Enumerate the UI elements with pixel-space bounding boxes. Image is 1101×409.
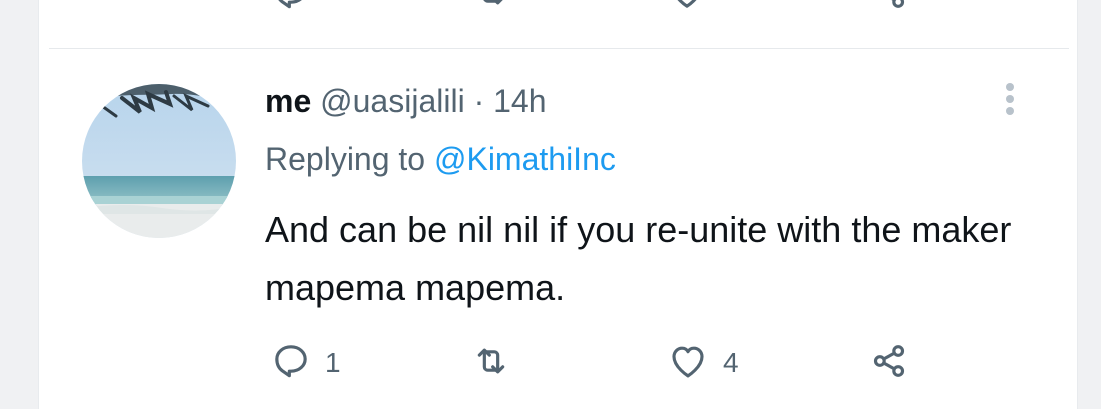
tweet-header: me @uasijalili · 14h — [265, 82, 547, 120]
tweet-text: And can be nil nil if you re-unite with … — [265, 209, 1012, 308]
user-handle[interactable]: @uasijalili — [320, 83, 465, 119]
page: me @uasijalili · 14h Replying to @Kimath… — [0, 0, 1101, 409]
share-icon — [869, 341, 909, 386]
replying-to-label: Replying to — [265, 141, 426, 177]
reply-icon — [271, 341, 311, 386]
beach-photo — [82, 84, 236, 238]
timeline: me @uasijalili · 14h Replying to @Kimath… — [38, 0, 1078, 409]
more-options-icon[interactable] — [995, 79, 1027, 119]
tweet-actions: 1 4 — [39, 339, 1077, 387]
share-button[interactable] — [869, 339, 909, 387]
reply-button[interactable]: 1 — [271, 339, 341, 387]
reply-count: 1 — [325, 347, 341, 378]
reply-icon[interactable] — [271, 0, 311, 17]
retweet-icon — [471, 341, 511, 386]
timestamp[interactable]: 14h — [493, 83, 546, 119]
separator: · — [473, 83, 485, 119]
heart-icon[interactable] — [667, 0, 707, 17]
retweet-button[interactable] — [471, 339, 525, 387]
replying-to-line: Replying to @KimathiInc — [265, 140, 616, 178]
heart-icon — [667, 340, 709, 387]
retweet-icon[interactable] — [471, 0, 511, 17]
previous-tweet-actions — [39, 0, 1077, 16]
display-name[interactable]: me — [265, 83, 311, 119]
like-count: 4 — [723, 347, 739, 378]
tweet[interactable]: me @uasijalili · 14h Replying to @Kimath… — [39, 49, 1077, 409]
replying-to-mention[interactable]: @KimathiInc — [434, 141, 616, 177]
avatar[interactable] — [82, 84, 236, 238]
share-icon[interactable] — [869, 0, 909, 17]
like-button[interactable]: 4 — [667, 339, 739, 387]
